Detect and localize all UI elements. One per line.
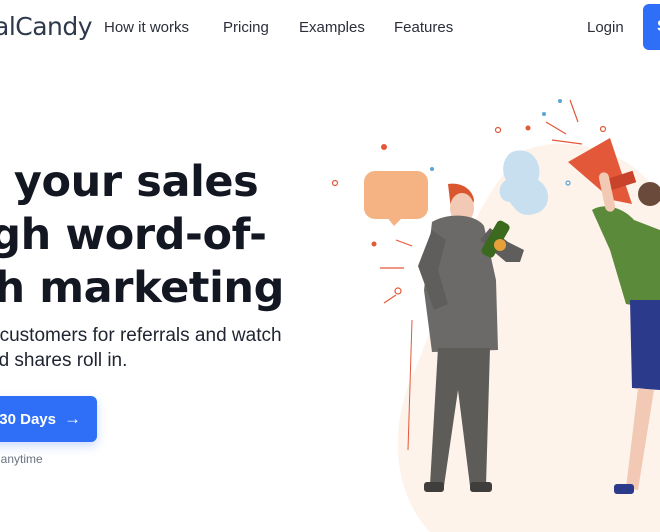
login-link[interactable]: Login xyxy=(587,19,624,36)
hero-illustration xyxy=(331,99,660,532)
start-trial-label: 30 Days xyxy=(0,410,56,428)
start-trial-button[interactable]: 30 Days → xyxy=(0,396,97,442)
headline-line: ugh word-of- xyxy=(0,210,267,260)
arrow-right-icon: → xyxy=(64,409,81,428)
hero-subtext: r customers for referrals and watch nd s… xyxy=(0,323,282,373)
signup-button[interactable]: S xyxy=(643,4,660,50)
nav-examples[interactable]: Examples xyxy=(299,19,365,36)
headline-line: ıth marketing xyxy=(0,263,284,313)
subtext-line: r customers for referrals and watch xyxy=(0,325,282,346)
logo[interactable]: alCandy xyxy=(0,12,93,41)
hero-headline: w your sales ugh word-of- ıth marketing xyxy=(0,156,284,315)
nav-pricing[interactable]: Pricing xyxy=(223,19,269,36)
subtext-line: nd shares roll in. xyxy=(0,350,128,371)
headline-line: w your sales xyxy=(0,157,259,207)
nav-how-it-works[interactable]: How it works xyxy=(104,19,189,36)
speech-bubble-icon xyxy=(364,171,428,226)
cancel-anytime-note: el anytime xyxy=(0,452,43,466)
nav-features[interactable]: Features xyxy=(394,19,453,36)
landing-page: alCandy How it works Pricing Examples Fe… xyxy=(0,0,660,532)
